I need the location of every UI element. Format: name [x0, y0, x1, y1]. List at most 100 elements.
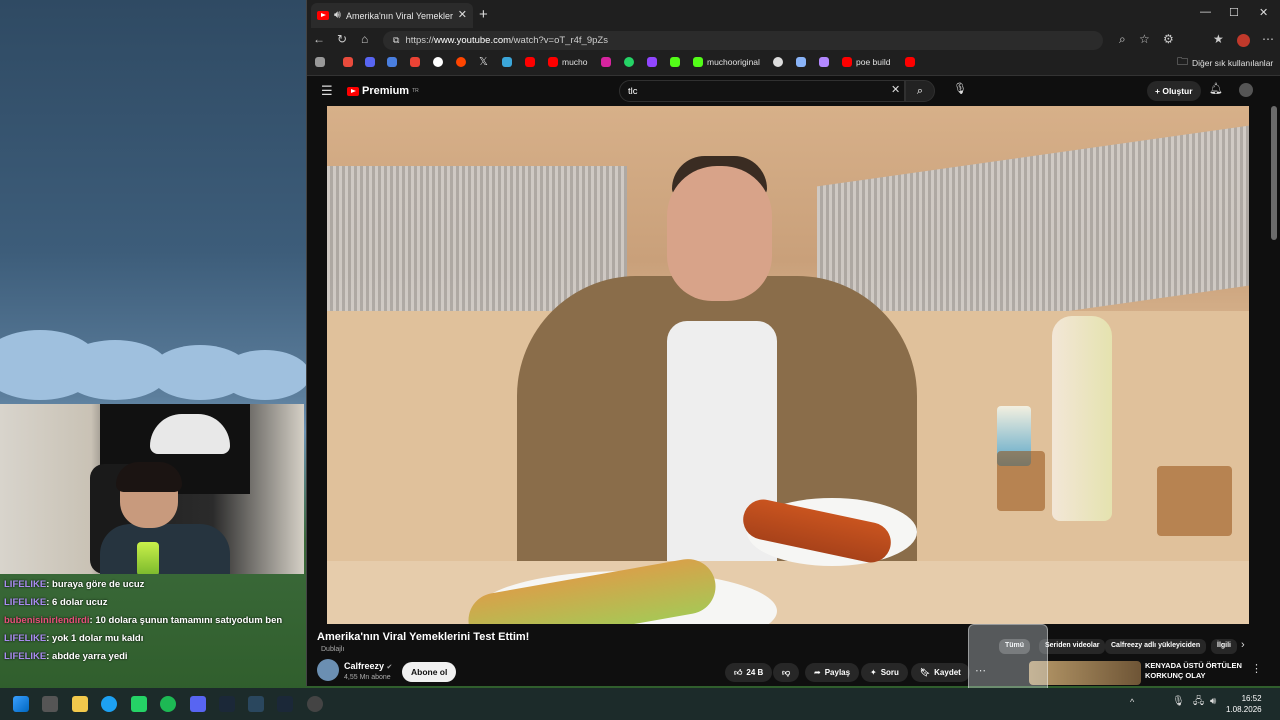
- ask-button[interactable]: ✦ Soru: [861, 663, 908, 682]
- bookmark-whatsapp-icon[interactable]: [624, 57, 634, 67]
- share-button[interactable]: ➦ Paylaş: [805, 663, 860, 682]
- profile-avatar[interactable]: [1237, 34, 1250, 47]
- close-tab-icon[interactable]: ✕: [458, 10, 467, 21]
- taskbar: ^ 🎙︎ 🖧︎ 🔊︎: [0, 688, 1280, 720]
- back-icon[interactable]: ←: [313, 32, 325, 46]
- thumbs-up-icon: 👍︎: [734, 667, 743, 677]
- bookmark-icon: 🔖︎: [920, 668, 931, 677]
- favorites-icon[interactable]: ★: [1213, 32, 1224, 46]
- chat-message: LIFELIKE: yok 1 dolar mu kaldı: [4, 633, 144, 644]
- folder-icon: 🗀︎: [1177, 56, 1188, 68]
- bookmark-gamepad-icon[interactable]: [315, 57, 325, 67]
- bookmark-twitch-icon[interactable]: [647, 57, 657, 67]
- other-favorites[interactable]: 🗀︎ Diğer sık kullanılanlar: [1177, 57, 1273, 68]
- suggested-video-title[interactable]: KENYADA ÜSTÜ ÖRTÜLEN KORKUNÇ OLAY: [1145, 661, 1255, 681]
- bookmark-icon[interactable]: [773, 57, 783, 67]
- search-input[interactable]: tlc: [619, 80, 905, 102]
- spotify-icon[interactable]: [160, 696, 176, 712]
- save-button[interactable]: 🔖︎ Kaydet: [911, 663, 970, 682]
- suggested-more-icon[interactable]: ⋮: [1251, 664, 1262, 675]
- bookmark-discord-icon[interactable]: [365, 57, 375, 67]
- discord-icon[interactable]: [190, 696, 206, 712]
- youtube-logo-icon: [347, 86, 359, 96]
- bookmark-icon[interactable]: [502, 57, 512, 67]
- bookmark-icon[interactable]: [905, 57, 915, 67]
- verified-icon: ✔: [386, 664, 393, 671]
- start-icon[interactable]: [13, 696, 29, 712]
- chip-related[interactable]: İlgili: [1211, 639, 1237, 654]
- bookmark-google-icon[interactable]: [433, 57, 443, 67]
- site-info-icon[interactable]: ⧉: [393, 36, 399, 45]
- tab-title: Amerika'nın Viral Yemeklerini: [345, 10, 453, 21]
- bookmark-instagram-icon[interactable]: [601, 57, 611, 67]
- chip-series[interactable]: Seriden videolar: [1039, 639, 1106, 654]
- chip-uploader[interactable]: Calfreezy adlı yükleyiciden: [1105, 639, 1207, 654]
- minimize-button[interactable]: —: [1200, 6, 1211, 18]
- favorite-star-icon[interactable]: ☆: [1139, 32, 1150, 46]
- notifications-icon[interactable]: 🔔︎: [1209, 84, 1223, 95]
- edge-icon[interactable]: [101, 696, 117, 712]
- zoom-icon[interactable]: ⌕: [1119, 32, 1126, 47]
- bookmark-x-icon[interactable]: 𝕏: [479, 57, 488, 68]
- video-info: Amerika'nın Viral Yemeklerini Test Ettim…: [307, 626, 1280, 686]
- bookmark-icon[interactable]: [387, 57, 397, 67]
- close-window-button[interactable]: ✕: [1259, 6, 1268, 19]
- microphone-icon[interactable]: 🎙︎: [953, 84, 967, 95]
- bookmark-gmail-icon[interactable]: [410, 57, 420, 67]
- steam-icon[interactable]: [277, 696, 293, 712]
- bookmark-icon[interactable]: [343, 57, 353, 67]
- microphone-tray-icon[interactable]: 🎙︎: [1172, 697, 1185, 707]
- new-tab-button[interactable]: +: [479, 6, 488, 23]
- refresh-icon[interactable]: ↻: [337, 32, 347, 46]
- more-menu-icon[interactable]: ⋯: [1262, 32, 1274, 46]
- steam-icon[interactable]: [219, 696, 235, 712]
- channel-avatar[interactable]: [317, 659, 339, 681]
- obs-icon[interactable]: [307, 696, 323, 712]
- bookmark-icon[interactable]: [670, 57, 680, 67]
- menu-icon[interactable]: ☰: [321, 84, 333, 97]
- subscribe-button[interactable]: Abone ol: [402, 662, 457, 682]
- page-scrollbar[interactable]: [1271, 106, 1277, 240]
- clock-time: 16:52: [1241, 694, 1262, 703]
- app-icon[interactable]: [248, 696, 264, 712]
- bookmark-youtube-icon[interactable]: [525, 57, 535, 67]
- volume-icon[interactable]: 🔊︎: [1210, 697, 1216, 707]
- chevron-right-icon[interactable]: ›: [1241, 640, 1245, 651]
- chat-message: LIFELIKE: 6 dolar ucuz: [4, 597, 108, 608]
- bookmark-muchooriginal[interactable]: muchooriginal: [693, 57, 760, 67]
- bookmark-mucho[interactable]: mucho: [548, 57, 588, 67]
- maximize-button[interactable]: ☐: [1229, 6, 1239, 19]
- account-avatar[interactable]: [1239, 83, 1253, 97]
- search-button[interactable]: ⌕: [905, 80, 935, 102]
- like-button[interactable]: 👍︎ 24 B: [725, 663, 773, 682]
- bookmark-reddit-icon[interactable]: [456, 57, 466, 67]
- whatsapp-icon[interactable]: [131, 696, 147, 712]
- bookmark-icon[interactable]: [796, 57, 806, 67]
- create-button[interactable]: + Oluştur: [1147, 81, 1201, 101]
- bookmarks-bar: 𝕏 mucho muchooriginal poe build 🗀︎ Diğer …: [307, 52, 1280, 76]
- file-explorer-icon[interactable]: [72, 696, 88, 712]
- video-player[interactable]: [327, 106, 1249, 624]
- home-icon[interactable]: ⌂: [361, 32, 368, 46]
- bookmark-poe-build[interactable]: poe build: [842, 57, 891, 67]
- network-icon[interactable]: 🖧︎: [1193, 697, 1204, 707]
- clear-search-icon[interactable]: ✕: [891, 85, 900, 96]
- dislike-button[interactable]: 👎︎: [773, 663, 800, 682]
- sparkle-icon: ✦: [870, 668, 877, 677]
- chat-message: LIFELIKE: abdde yarra yedi: [4, 651, 128, 662]
- extensions-icon[interactable]: ⚙: [1163, 32, 1174, 46]
- address-bar-row: ← ↻ ⌂ ⧉ https://www.youtube.com/watch?v=…: [307, 28, 1280, 52]
- youtube-logo[interactable]: Premium TR: [347, 85, 419, 97]
- subscriber-count: 4,55 Mn abone: [344, 674, 391, 681]
- bookmark-icon[interactable]: [819, 57, 829, 67]
- url-input[interactable]: ⧉ https://www.youtube.com/watch?v=oT_r4f…: [383, 31, 1103, 50]
- taskbar-clock[interactable]: 16:52 1.08.2026: [1226, 693, 1262, 715]
- channel-name[interactable]: Calfreezy ✔: [344, 661, 392, 671]
- chat-message: LIFELIKE: buraya göre de ucuz: [4, 579, 145, 590]
- tray-chevron-up-icon[interactable]: ^: [1130, 698, 1134, 707]
- speaker-icon[interactable]: 🔊︎: [334, 10, 341, 21]
- share-icon: ➦: [814, 668, 821, 677]
- browser-tab[interactable]: 🔊︎ Amerika'nın Viral Yemeklerini ✕: [311, 3, 473, 28]
- youtube-header: ☰ Premium TR tlc ✕ ⌕ 🎙︎ + Oluştur 🔔︎: [307, 76, 1280, 106]
- widgets-icon[interactable]: [42, 696, 58, 712]
